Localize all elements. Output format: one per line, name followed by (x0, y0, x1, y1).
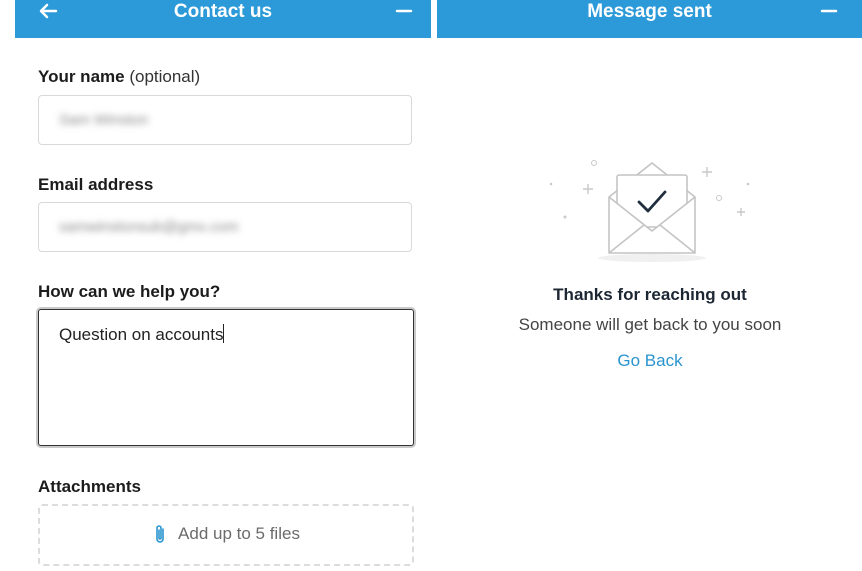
attachments-label: Attachments (38, 477, 141, 496)
thanks-heading: Thanks for reaching out (553, 285, 747, 304)
contact-header: Contact us (15, 0, 431, 38)
email-value: samwinstonsub@gmx.com (59, 218, 239, 236)
name-label: Your name (optional) (38, 67, 200, 87)
email-label: Email address (38, 175, 154, 194)
email-field[interactable]: samwinstonsub@gmx.com (38, 202, 412, 252)
minus-icon[interactable] (817, 0, 841, 24)
name-label-text: Your name (38, 67, 125, 86)
attach-text: Add up to 5 files (178, 524, 300, 543)
minus-icon[interactable] (392, 0, 416, 24)
name-field[interactable]: Sam Winston (38, 95, 412, 145)
name-value: Sam Winston (59, 111, 149, 129)
help-text: Question on accounts (59, 325, 224, 344)
envelope-check-icon (545, 155, 755, 265)
contact-title: Contact us (173, 1, 273, 22)
go-back-link[interactable]: Go Back (450, 351, 850, 371)
message-sent-header: Message sent (437, 0, 862, 38)
name-optional-text: (optional) (129, 67, 201, 86)
attach-button[interactable]: Add up to 5 files (152, 523, 300, 545)
message-sent-title: Message sent (587, 1, 712, 22)
confirmation-message: Someone will get back to you soon (518, 315, 782, 334)
paperclip-icon (156, 525, 164, 543)
help-label: How can we help you? (38, 282, 221, 301)
contact-page: Contact us Message sent Your name (optio… (0, 0, 862, 571)
text-caret (223, 324, 225, 343)
help-textarea[interactable]: Question on accounts (38, 309, 414, 446)
attachments-dropzone[interactable]: Add up to 5 files (38, 504, 414, 566)
